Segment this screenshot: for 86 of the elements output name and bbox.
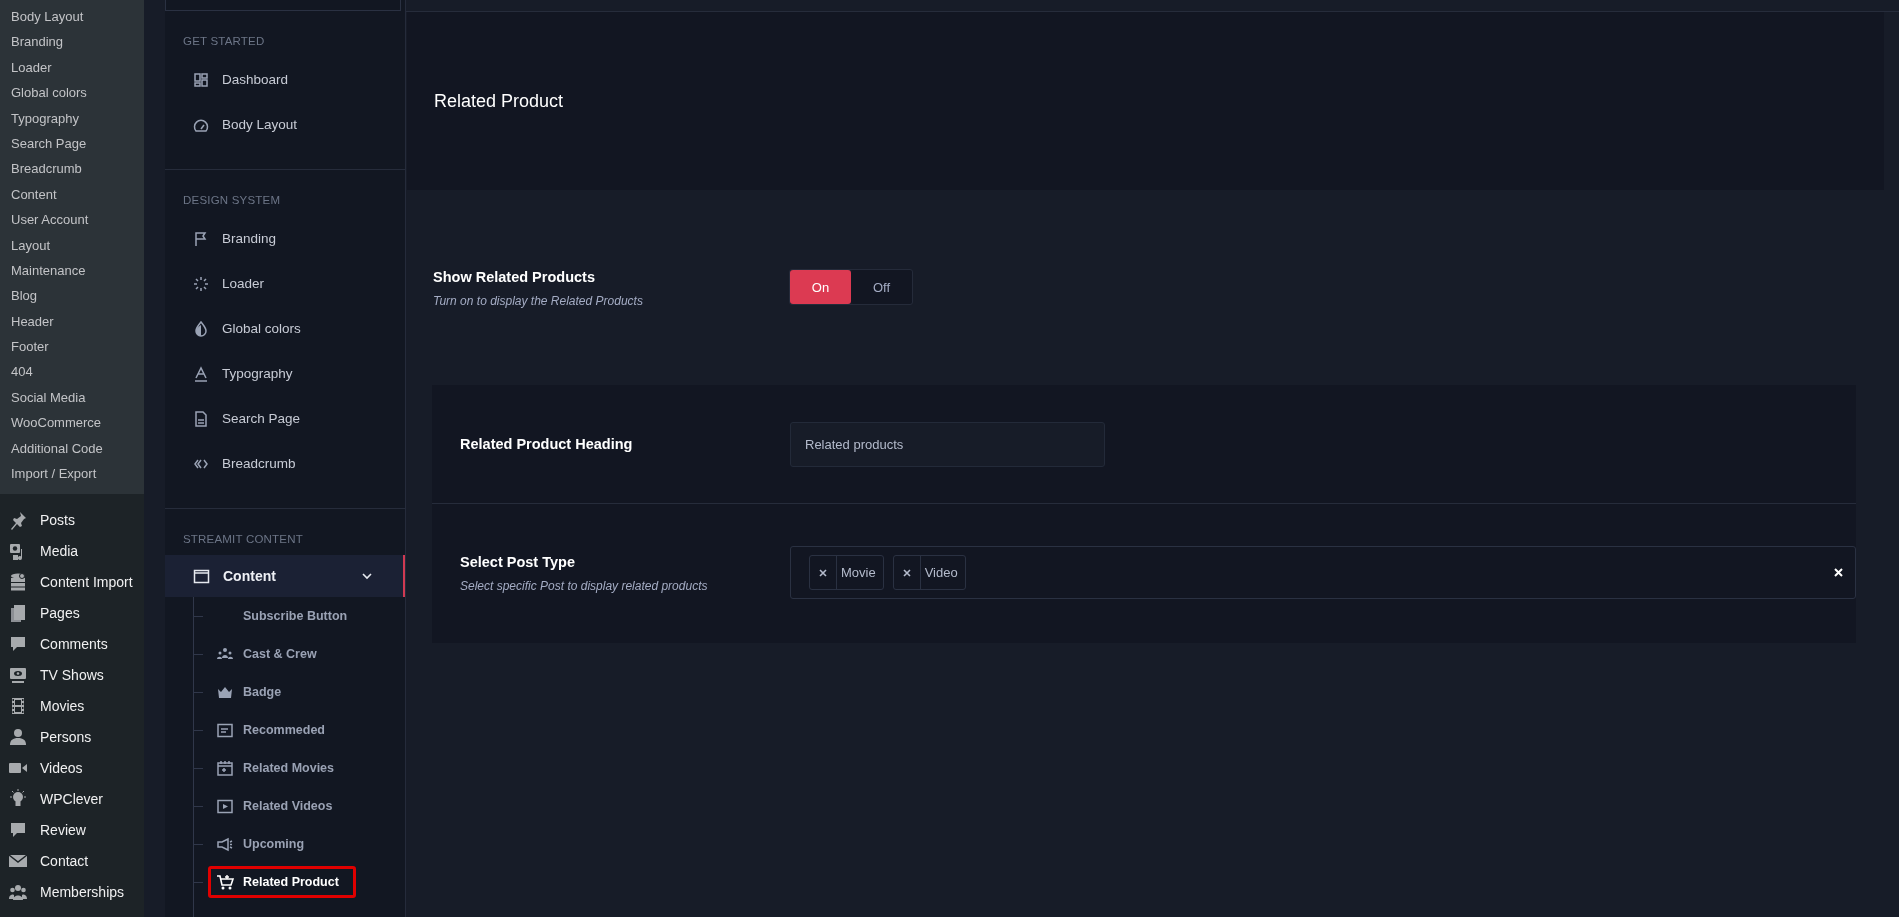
toggle-option[interactable]: Off bbox=[851, 270, 912, 304]
chevron-down-icon bbox=[361, 570, 373, 582]
submenu-link[interactable]: Additional Code bbox=[0, 435, 144, 462]
nav-subitem[interactable]: Cast & Crew bbox=[208, 638, 334, 670]
nav-subitem[interactable]: Upcoming bbox=[208, 828, 322, 860]
window-icon bbox=[193, 567, 210, 585]
menu-item[interactable]: Movies bbox=[0, 690, 144, 722]
card-icon bbox=[216, 722, 234, 738]
menu-item[interactable]: Pages bbox=[0, 597, 144, 629]
people-icon bbox=[216, 646, 234, 662]
submenu-link[interactable]: User Account bbox=[0, 207, 144, 233]
menu-item[interactable]: Comments bbox=[0, 628, 144, 660]
submenu-link[interactable]: WooCommerce bbox=[0, 410, 144, 436]
nav-item[interactable]: Search Page bbox=[165, 396, 405, 441]
setting-label: Select Post Type bbox=[460, 554, 576, 570]
nav-item[interactable]: Loader bbox=[165, 261, 405, 306]
database-icon bbox=[8, 571, 28, 592]
multi-select-field[interactable]: Movie Video bbox=[790, 546, 1856, 599]
document-icon bbox=[193, 410, 209, 427]
submenu-link[interactable]: Maintenance bbox=[0, 257, 144, 284]
close-icon bbox=[902, 568, 911, 577]
nav-subitem[interactable]: Related Product bbox=[208, 866, 356, 898]
nav-subitem[interactable]: Related Videos bbox=[208, 790, 350, 822]
submenu-link[interactable]: Body Layout bbox=[0, 4, 144, 30]
menu-item[interactable]: Memberships bbox=[0, 876, 144, 908]
setting-description: Select specific Post to display related products bbox=[460, 579, 709, 593]
setting-description: Turn on to display the Related Products bbox=[433, 294, 644, 308]
calendar-icon bbox=[216, 760, 234, 776]
nav-item[interactable]: Global colors bbox=[165, 306, 405, 351]
dashboard-grid-icon bbox=[193, 71, 209, 88]
menu-item[interactable]: Content Import bbox=[0, 566, 144, 598]
submenu-link[interactable]: 404 bbox=[0, 359, 144, 385]
toggle-option[interactable]: On bbox=[790, 270, 851, 304]
nav-item[interactable]: Body Layout bbox=[165, 102, 405, 147]
section-heading: GET STARTED bbox=[182, 34, 266, 49]
clear-icon bbox=[1834, 568, 1843, 577]
nav-subitem[interactable]: Badge bbox=[208, 676, 299, 708]
close-icon bbox=[819, 568, 827, 577]
nav-subitem[interactable]: Recommeded bbox=[208, 714, 342, 746]
submenu-link[interactable]: Import / Export bbox=[0, 461, 144, 487]
menu-item[interactable]: Media bbox=[0, 535, 144, 567]
submenu-link[interactable]: Social Media bbox=[0, 384, 144, 411]
lightbulb-icon bbox=[8, 788, 28, 809]
megaphone-icon bbox=[216, 836, 234, 852]
nav-item[interactable]: Dashboard bbox=[165, 57, 405, 102]
input-field[interactable]: Related products bbox=[790, 421, 1105, 467]
submenu-link[interactable]: Typography bbox=[0, 105, 144, 131]
nav-item[interactable]: Breadcrumb bbox=[165, 441, 405, 486]
submenu-link[interactable]: Global colors bbox=[0, 80, 144, 106]
menu-item[interactable]: Posts bbox=[0, 504, 144, 536]
menu-item[interactable]: Persons bbox=[0, 721, 144, 753]
submenu-link[interactable]: Header bbox=[0, 308, 144, 335]
spinner-icon bbox=[193, 275, 209, 292]
setting-label: Show Related Products bbox=[433, 269, 596, 285]
submenu-link[interactable]: Footer bbox=[0, 334, 144, 360]
nav-subitem[interactable]: Related Movies bbox=[208, 752, 351, 784]
nav-group-item[interactable]: Content bbox=[165, 555, 405, 597]
submenu-link[interactable]: Blog bbox=[0, 283, 144, 309]
setting-label: Related Product Heading bbox=[460, 436, 634, 452]
pin-icon bbox=[8, 509, 28, 530]
submenu-link[interactable]: Loader bbox=[0, 54, 144, 81]
submenu-link[interactable]: Search Page bbox=[0, 130, 144, 157]
submenu-link[interactable]: Layout bbox=[0, 232, 144, 258]
play-box-icon bbox=[216, 798, 234, 814]
typography-icon bbox=[193, 365, 209, 382]
submenu-link[interactable]: Branding bbox=[0, 29, 144, 55]
page-title: Related Product bbox=[434, 90, 564, 112]
menu-item[interactable]: Contact bbox=[0, 845, 144, 877]
tag-chip: Movie bbox=[809, 555, 884, 590]
tag-chip: Video bbox=[892, 555, 966, 590]
droplet-icon bbox=[193, 320, 209, 337]
submenu-link[interactable]: Breadcrumb bbox=[0, 156, 144, 182]
menu-item[interactable]: Review bbox=[0, 814, 144, 846]
nav-item[interactable]: Branding bbox=[165, 216, 405, 261]
menu-item[interactable]: TV Shows bbox=[0, 659, 144, 691]
submenu-link[interactable]: Content bbox=[0, 181, 144, 208]
section-heading: STREAMIT CONTENT bbox=[182, 532, 304, 547]
flag-icon bbox=[193, 230, 209, 247]
menu-item[interactable]: Videos bbox=[0, 752, 144, 784]
nav-subitem[interactable]: Subscribe Button bbox=[208, 600, 365, 632]
cart-icon bbox=[216, 874, 234, 890]
nav-item[interactable]: Typography bbox=[165, 351, 405, 396]
person-icon bbox=[8, 726, 28, 747]
pages-icon bbox=[8, 602, 28, 623]
section-heading: DESIGN SYSTEM bbox=[182, 193, 282, 208]
menu-item[interactable]: WPClever bbox=[0, 783, 144, 815]
